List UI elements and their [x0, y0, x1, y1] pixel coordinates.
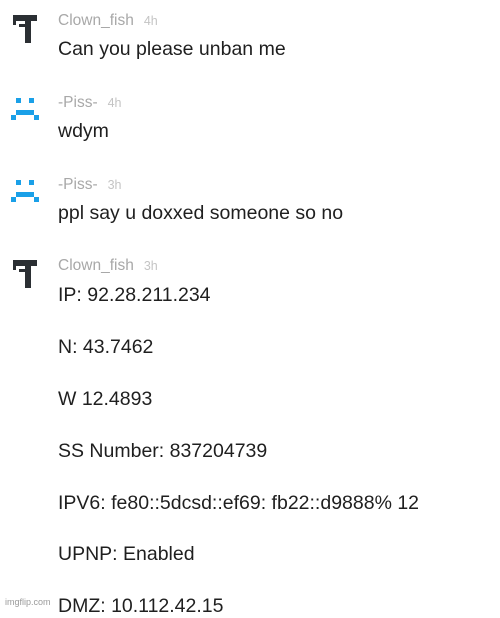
message-text-line: IPV6: fe80::5dcsd::ef69: fb22::d9888% 12	[58, 492, 420, 514]
message-meta: Clown_fish 3h	[58, 257, 158, 277]
timestamp: 3h	[143, 259, 158, 273]
hammer-icon[interactable]	[10, 257, 44, 291]
username[interactable]: Clown_fish	[58, 257, 134, 274]
hammer-icon[interactable]	[10, 12, 44, 46]
username[interactable]: Clown_fish	[58, 12, 134, 29]
username[interactable]: -Piss-	[58, 94, 98, 111]
message-text-line: N: 43.7462	[58, 336, 154, 358]
sad-face-icon[interactable]	[10, 176, 44, 210]
message-text: wdym	[58, 120, 109, 142]
message-text: ppl say u doxxed someone so no	[58, 202, 344, 224]
message-meta: Clown_fish 4h	[58, 12, 158, 32]
sad-face-icon[interactable]	[10, 94, 44, 128]
message-text-line: W 12.4893	[58, 388, 153, 410]
username[interactable]: -Piss-	[58, 176, 98, 193]
watermark: imgflip.com	[5, 597, 54, 607]
timestamp: 4h	[143, 14, 158, 28]
message-text: Can you please unban me	[58, 38, 286, 60]
timestamp: 3h	[107, 178, 122, 192]
message-text-line: IP: 92.28.211.234	[58, 284, 211, 306]
message-text-line: UPNP: Enabled	[58, 543, 195, 565]
message-text-line: SS Number: 837204739	[58, 440, 268, 462]
timestamp: 4h	[107, 96, 122, 110]
message-meta: -Piss- 4h	[58, 94, 122, 114]
message-meta: -Piss- 3h	[58, 176, 122, 196]
message-text-line: DMZ: 10.112.42.15	[58, 595, 224, 617]
